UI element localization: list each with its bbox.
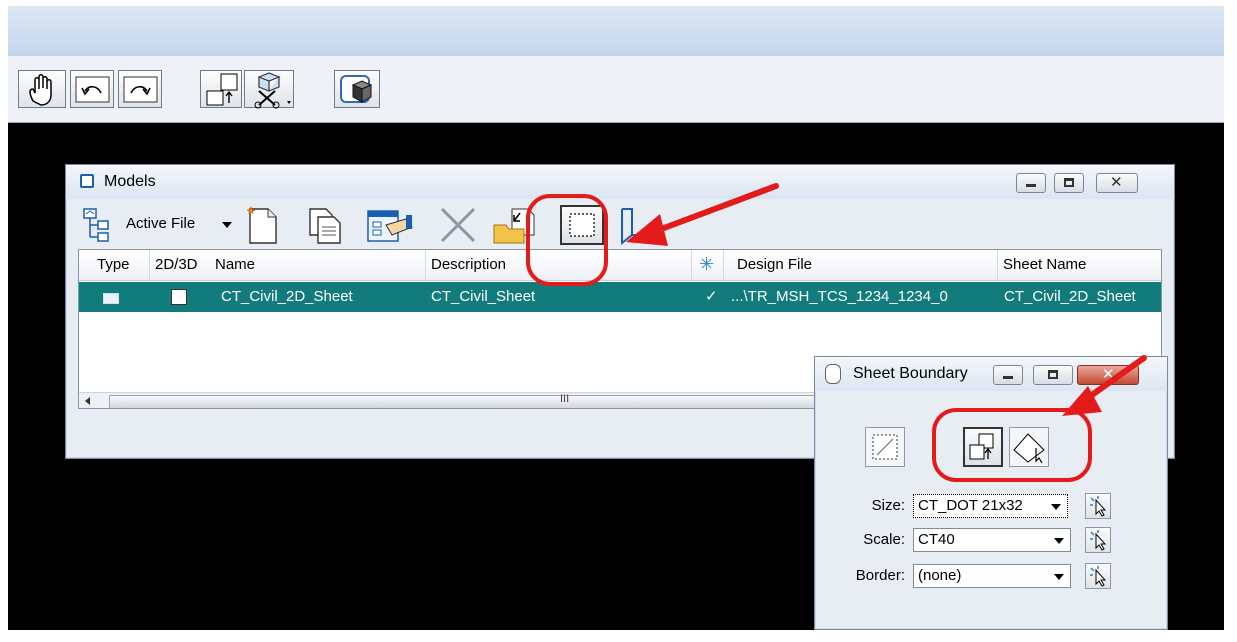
scale-pick-icon[interactable] xyxy=(1085,527,1111,553)
model-tree-icon[interactable] xyxy=(80,205,124,245)
design-file: ...\TR_MSH_TCS_1234_1234_0 xyxy=(731,288,948,305)
active-file-dropdown[interactable] xyxy=(219,215,235,235)
model-name: CT_Civil_2D_Sheet xyxy=(221,288,353,305)
chevron-down-icon xyxy=(1054,538,1064,544)
col-type[interactable]: Type xyxy=(97,250,130,280)
models-title: Models xyxy=(104,173,156,190)
pan-hand-icon[interactable] xyxy=(18,70,66,108)
scale-label: Scale: xyxy=(863,531,905,548)
size-label: Size: xyxy=(871,497,905,514)
sync-check: ✓ xyxy=(705,288,718,305)
scroll-grip: III xyxy=(560,393,570,405)
new-model-icon[interactable] xyxy=(242,205,282,245)
chevron-down-icon xyxy=(1054,574,1064,580)
cut-cube-icon[interactable] xyxy=(244,70,294,109)
model-properties-icon[interactable] xyxy=(362,205,418,245)
delete-model-icon[interactable] xyxy=(436,205,480,245)
border-select[interactable]: (none) xyxy=(913,564,1071,588)
scroll-left-icon[interactable] xyxy=(85,397,90,405)
model-description: CT_Civil_Sheet xyxy=(431,288,536,305)
col-separator xyxy=(997,250,998,280)
models-window-icon xyxy=(80,174,94,188)
size-pick-icon[interactable] xyxy=(1085,493,1111,519)
sheet-boundary-hand-icon xyxy=(825,364,841,384)
annotation-ring-models xyxy=(526,194,608,286)
scale-select[interactable]: CT40 xyxy=(913,528,1071,552)
window-title-band xyxy=(8,6,1224,56)
sheet-name: CT_Civil_2D_Sheet xyxy=(1004,288,1136,305)
active-file-label[interactable]: Active File xyxy=(126,215,195,232)
maximize-button[interactable] xyxy=(1054,173,1084,193)
model-type-icon xyxy=(103,293,119,304)
scroll-thumb[interactable]: III xyxy=(109,393,849,408)
table-row[interactable]: CT_Civil_2D_Sheet CT_Civil_Sheet ✓ ...\T… xyxy=(79,282,1161,312)
chevron-down-icon xyxy=(1051,504,1061,510)
size-value: CT_DOT 21x32 xyxy=(918,497,1023,514)
view-next-icon[interactable] xyxy=(118,70,162,108)
col-sheet-name[interactable]: Sheet Name xyxy=(1003,250,1086,280)
annotation-arrow-models xyxy=(626,183,779,246)
sync-asterisk-icon: ✳ xyxy=(699,254,715,274)
col-description[interactable]: Description xyxy=(431,250,506,280)
place-boundary-icon[interactable] xyxy=(865,427,905,467)
col-2d3d[interactable]: 2D/3D xyxy=(155,250,198,280)
copy-view-icon[interactable] xyxy=(200,70,242,108)
size-select[interactable]: CT_DOT 21x32 xyxy=(913,494,1068,518)
col-separator xyxy=(425,250,426,280)
view-previous-icon[interactable] xyxy=(70,70,114,108)
border-value: (none) xyxy=(918,567,962,584)
2d3d-checkbox[interactable] xyxy=(171,289,187,305)
col-name[interactable]: Name xyxy=(215,250,255,280)
border-pick-icon[interactable] xyxy=(1085,563,1111,589)
col-separator xyxy=(149,250,150,280)
annotation-arrow-sheet-boundary xyxy=(1062,355,1147,416)
minimize-button[interactable] xyxy=(1016,173,1046,193)
render-cube-icon[interactable] xyxy=(334,70,380,108)
close-button[interactable]: ✕ xyxy=(1096,173,1138,193)
sheet-boundary-title: Sheet Boundary xyxy=(853,365,968,382)
scale-value: CT40 xyxy=(918,531,955,548)
minimize-button[interactable] xyxy=(993,365,1023,385)
border-label: Border: xyxy=(855,567,905,584)
screenshot-frame: Models ✕ Active File Type 2D/3D Name Des… xyxy=(8,6,1224,630)
view-toolbar xyxy=(8,56,1224,123)
copy-model-icon[interactable] xyxy=(304,205,346,245)
